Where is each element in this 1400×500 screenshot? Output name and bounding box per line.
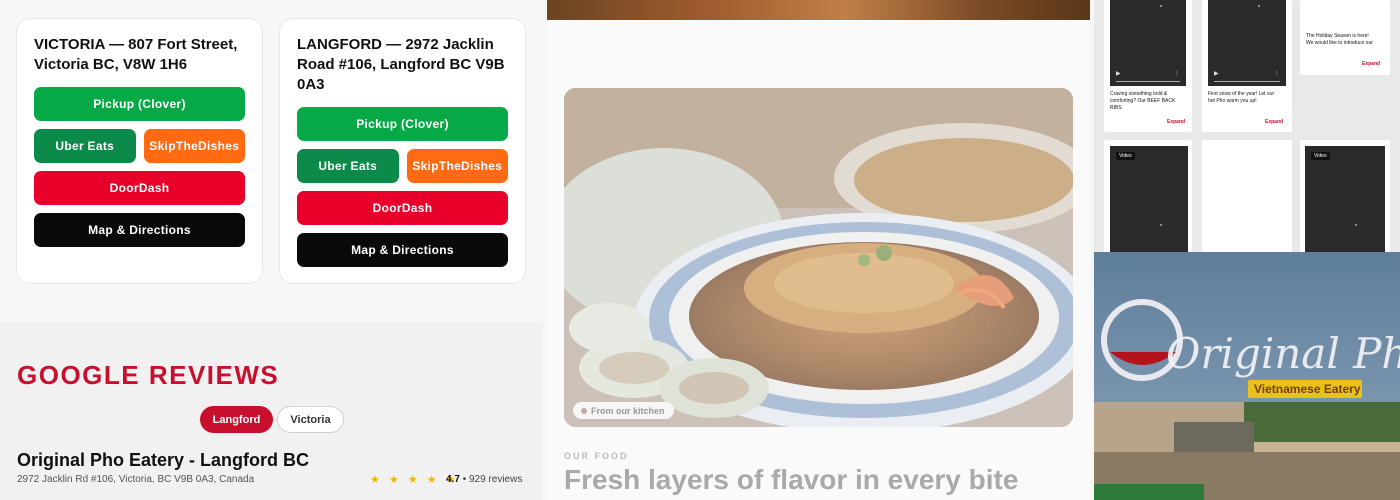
location-title: VICTORIA — 807 Fort Street, Victoria BC,… [34,36,238,73]
storefront-photo: Original Pho Vietnamese Eatery [1094,252,1400,500]
location-card-victoria: VICTORIA — 807 Fort Street, Victoria BC,… [16,18,263,284]
post-caption: First snow of the year! Let our hot Pho … [1208,91,1278,105]
kitchen-badge: From our kitchen [573,402,674,419]
post-caption-text: The Holiday Season is here! We would lik… [1306,33,1373,46]
badge-dot-icon [581,408,587,414]
doordash-button[interactable]: DoorDash [297,191,508,225]
review-count: • 929 reviews [462,474,523,485]
expand-link[interactable]: Expand [1362,61,1380,67]
business-address: 2972 Jacklin Rd #106, Victoria, BC V9B 0… [17,474,255,485]
tab-victoria[interactable]: Victoria [277,406,344,433]
food-section: From our kitchen OUR FOOD Fresh layers o… [547,0,1090,500]
photo-overlay [564,88,1073,427]
badge-label: From our kitchen [591,405,665,416]
location-title: LANGFORD — 2972 Jacklin Road #106, Langf… [297,36,505,93]
video-dot [1160,5,1162,7]
delivery-row: Uber Eats SkipTheDishes [34,129,245,171]
social-feed-grid: ▶ ⋮ Craving something bold & comforting? … [1094,0,1400,252]
gallery-column: ▶ ⋮ Craving something bold & comforting? … [1094,0,1400,500]
video-tag: Video [1311,152,1330,160]
post-caption-text: Craving something bold & comforting? Our… [1110,91,1176,111]
post-video[interactable]: Video [1305,146,1385,252]
section-eyebrow: OUR FOOD [564,451,629,461]
delivery-row: Uber Eats SkipTheDishes [297,149,508,191]
store-sign-brand: Original Pho [1166,329,1400,378]
doordash-button[interactable]: DoorDash [34,171,245,205]
post-caption: Craving something bold & comforting? Our… [1110,91,1180,112]
expand-link[interactable]: Expand [1265,119,1283,125]
reviews-heading: GOOGLE REVIEWS [17,360,280,390]
social-post-4[interactable]: Video [1104,140,1192,252]
map-directions-button[interactable]: Map & Directions [297,233,508,267]
video-dot [1355,224,1357,226]
video-tag: Video [1116,152,1135,160]
map-directions-button[interactable]: Map & Directions [34,213,245,247]
social-post-6[interactable]: Video [1300,140,1390,252]
video-dot [1160,224,1162,226]
pickup-clover-button[interactable]: Pickup (Clover) [297,107,508,141]
skipthedishes-button[interactable]: SkipTheDishes [143,129,245,163]
business-name: Original Pho Eatery - Langford BC [17,450,310,470]
rating-summary: 4.7 • 929 reviews [446,474,522,485]
pickup-clover-button[interactable]: Pickup (Clover) [34,87,245,121]
social-post-5[interactable] [1202,140,1292,252]
food-photo-strip [547,0,1090,20]
video-controls: ▶ ⋮ [1116,71,1180,77]
food-photo: From our kitchen [564,88,1073,427]
location-card-langford: LANGFORD — 2972 Jacklin Road #106, Langf… [279,18,526,284]
uber-eats-button[interactable]: Uber Eats [34,129,136,163]
social-post-1[interactable]: ▶ ⋮ Craving something bold & comforting? … [1104,0,1192,132]
locations-section: VICTORIA — 807 Fort Street, Victoria BC,… [0,0,543,500]
video-controls: ▶ ⋮ [1214,71,1280,77]
post-video[interactable]: ▶ ⋮ [1208,0,1286,86]
section-headline: Fresh layers of flavor in every bite [564,464,1019,495]
skipthedishes-button[interactable]: SkipTheDishes [406,149,508,183]
video-progress [1116,81,1180,82]
post-caption: The Holiday Season is here! We would lik… [1306,33,1376,47]
expand-link[interactable]: Expand [1167,119,1185,125]
social-post-3[interactable]: The Holiday Season is here! We would lik… [1300,0,1390,75]
rating-value: 4.7 [446,474,460,485]
post-video[interactable]: Video [1110,146,1188,252]
page: VICTORIA — 807 Fort Street, Victoria BC,… [0,0,1400,500]
post-video[interactable]: ▶ ⋮ [1110,0,1186,86]
storefront-image: Original Pho Vietnamese Eatery [1094,252,1400,500]
tab-langford[interactable]: Langford [200,406,273,433]
post-caption-text: First snow of the year! Let our hot Pho … [1208,91,1275,104]
google-reviews-section: GOOGLE REVIEWS Langford Victoria Origina… [0,322,543,500]
social-post-2[interactable]: ▶ ⋮ First snow of the year! Let our hot P… [1202,0,1292,132]
uber-eats-button[interactable]: Uber Eats [297,149,399,183]
video-progress [1214,81,1280,82]
store-sign-subtitle: Vietnamese Eatery [1254,382,1361,396]
video-dot [1258,5,1260,7]
